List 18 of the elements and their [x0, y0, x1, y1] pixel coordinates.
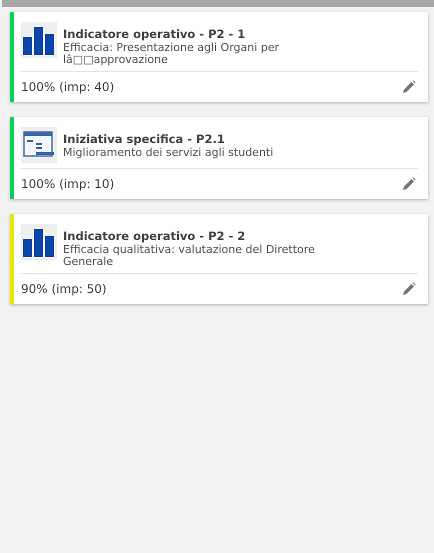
pencil-icon — [402, 177, 416, 191]
form-window-icon — [23, 131, 55, 159]
bar-chart-icon — [22, 227, 56, 257]
pencil-icon — [402, 282, 416, 296]
card-title: Iniziativa specifica - P2.1 — [63, 131, 226, 147]
card-description: Miglioramento dei servizi agli studenti — [63, 147, 274, 159]
card-description: Efficacia qualitativa: valutazione del Direttore Generale — [63, 244, 316, 268]
progress-text: 100% (imp: 10) — [21, 177, 114, 191]
edit-button[interactable] — [400, 78, 418, 96]
bar-chart-icon — [22, 25, 56, 55]
edit-button[interactable] — [400, 280, 418, 298]
card-title: Indicatore operativo - P2 - 2 — [63, 228, 246, 244]
pencil-icon — [402, 80, 416, 94]
progress-text: 100% (imp: 40) — [21, 80, 114, 94]
card-title: Indicatore operativo - P2 - 1 — [63, 26, 246, 42]
edit-button[interactable] — [400, 175, 418, 193]
progress-text: 90% (imp: 50) — [21, 282, 107, 296]
card-description: Efficacia: Presentazione agli Organi per lâ□□approvazione — [63, 42, 280, 66]
